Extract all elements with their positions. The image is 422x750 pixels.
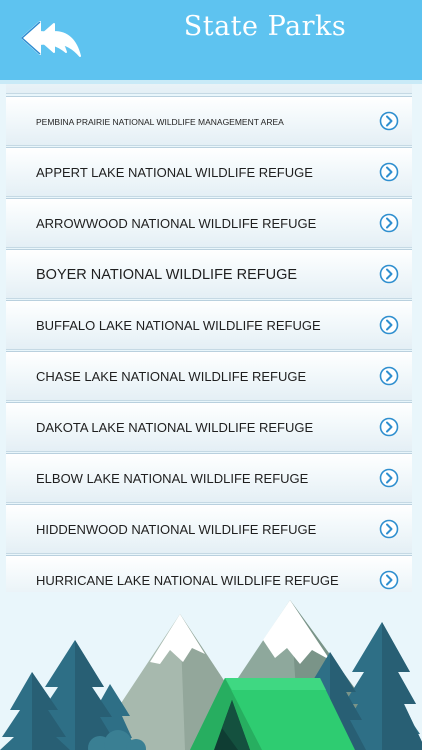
list-item-label: ELBOW LAKE NATIONAL WILDLIFE REFUGE [36,471,309,486]
list-item[interactable]: BUFFALO LAKE NATIONAL WILDLIFE REFUGE [6,300,412,350]
list-item[interactable]: PEMBINA PRAIRIE NATIONAL WILDLIFE MANAGE… [6,96,412,146]
double-back-arrow-icon[interactable] [18,18,82,62]
chevron-right-circle-icon[interactable] [379,519,399,539]
list-item-label: BOYER NATIONAL WILDLIFE REFUGE [36,267,298,283]
list-item[interactable]: DAKOTA LAKE NATIONAL WILDLIFE REFUGE [6,402,412,452]
chevron-right-circle-icon[interactable] [379,570,399,590]
list-item-label: HURRICANE LAKE NATIONAL WILDLIFE REFUGE [36,573,339,588]
list-item[interactable]: BOYER NATIONAL WILDLIFE REFUGE [6,249,412,299]
list-item-label: PEMBINA PRAIRIE NATIONAL WILDLIFE MANAGE… [36,117,284,127]
list-item-label: CHASE LAKE NATIONAL WILDLIFE REFUGE [36,369,307,384]
list-item[interactable]: ARROWWOOD NATIONAL WILDLIFE REFUGE [6,198,412,248]
chevron-right-circle-icon[interactable] [379,162,399,182]
list-item-label: DAKOTA LAKE NATIONAL WILDLIFE REFUGE [36,420,314,435]
chevron-right-circle-icon[interactable] [379,264,399,284]
parks-list[interactable]: PEMBINA PRAIRIE NATIONAL WILDLIFE MANAGE… [6,84,412,592]
list-item-label: ARROWWOOD NATIONAL WILDLIFE REFUGE [36,216,317,231]
list-item-label: HIDDENWOOD NATIONAL WILDLIFE REFUGE [36,522,317,537]
chevron-right-circle-icon[interactable] [379,366,399,386]
list-item[interactable]: ELBOW LAKE NATIONAL WILDLIFE REFUGE [6,453,412,503]
list-item[interactable]: CHASE LAKE NATIONAL WILDLIFE REFUGE [6,351,412,401]
list-item[interactable]: HIDDENWOOD NATIONAL WILDLIFE REFUGE [6,504,412,554]
chevron-right-circle-icon[interactable] [379,468,399,488]
list-item[interactable] [6,84,412,94]
camping-scenery-illustration [0,592,422,750]
chevron-right-circle-icon[interactable] [379,111,399,131]
list-item[interactable]: APPERT LAKE NATIONAL WILDLIFE REFUGE [6,147,412,197]
page-title: State Parks [183,11,347,42]
list-item-label: APPERT LAKE NATIONAL WILDLIFE REFUGE [36,165,313,180]
list-item-label: BUFFALO LAKE NATIONAL WILDLIFE REFUGE [36,318,321,333]
chevron-right-circle-icon[interactable] [379,315,399,335]
list-item[interactable]: HURRICANE LAKE NATIONAL WILDLIFE REFUGE [6,555,412,592]
chevron-right-circle-icon[interactable] [379,417,399,437]
chevron-right-circle-icon[interactable] [379,213,399,233]
header-bar: State Parks [0,0,422,80]
